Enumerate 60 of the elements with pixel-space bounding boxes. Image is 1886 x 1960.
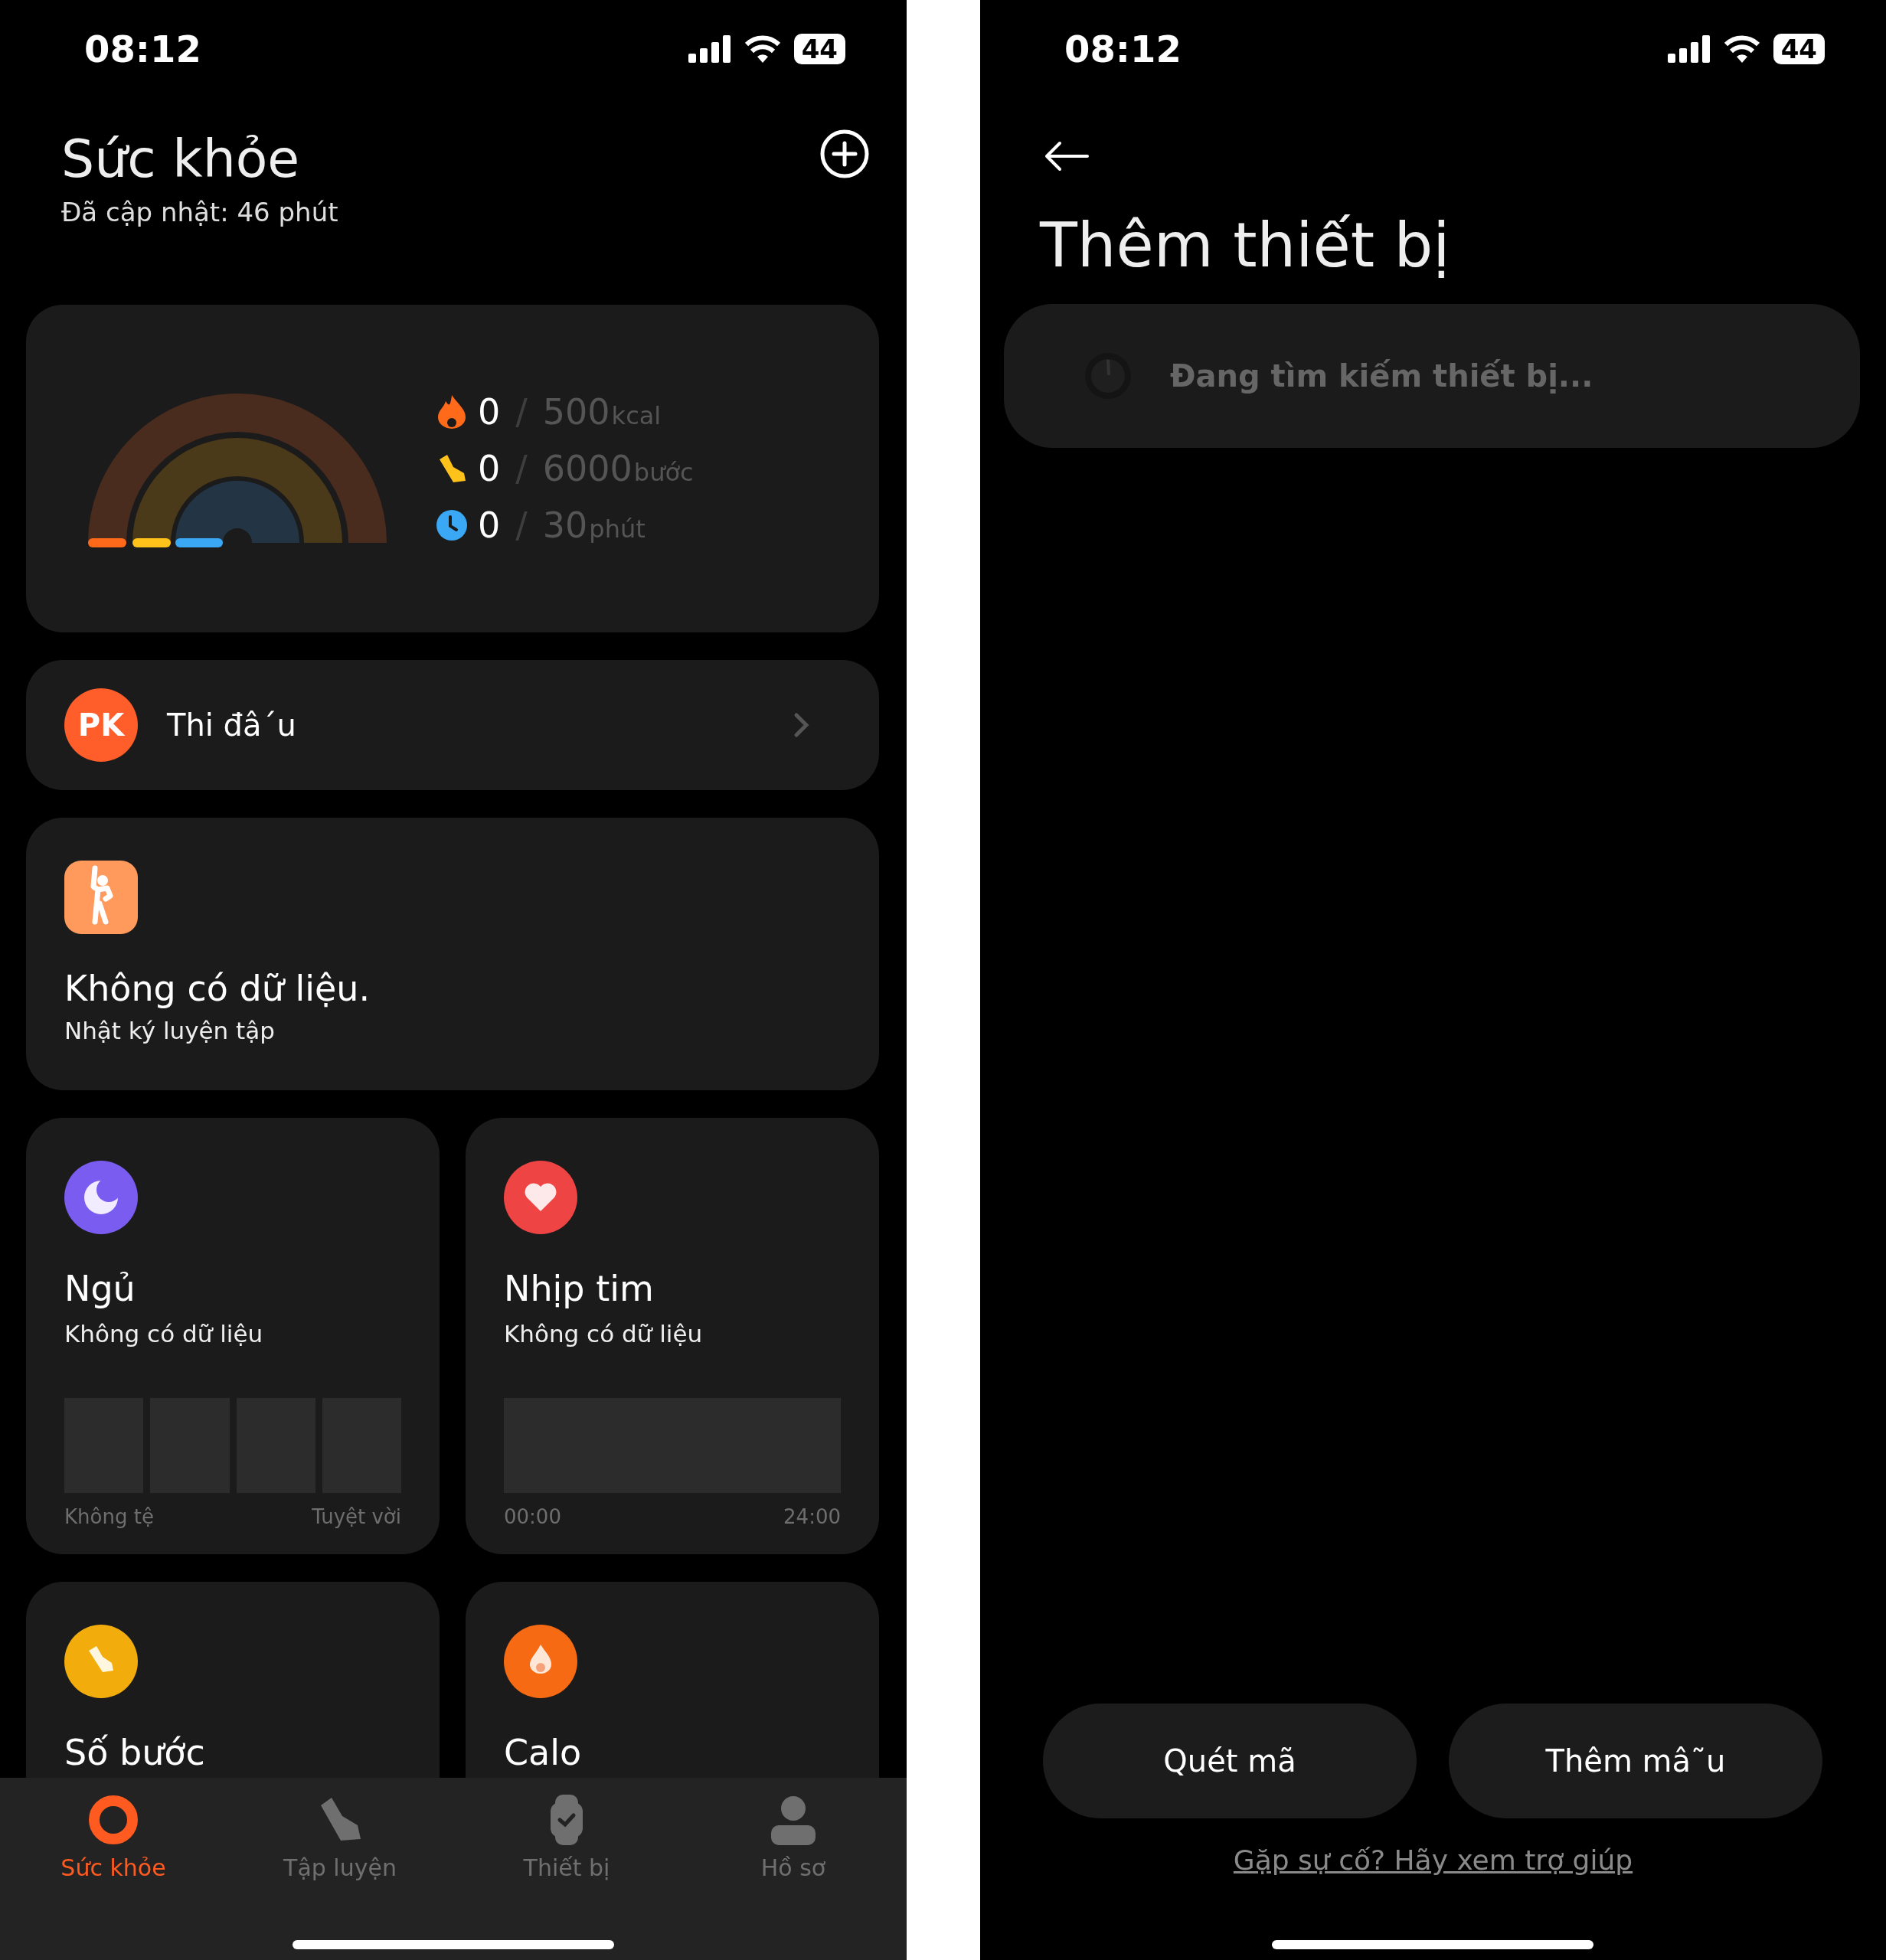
status-time: 08:12 <box>84 28 201 70</box>
flame-icon <box>436 395 467 429</box>
metric-title: Số bước <box>64 1732 206 1773</box>
ring-icon <box>88 1795 139 1845</box>
activity-goal: 6000 <box>542 448 632 489</box>
searching-text: Đang tìm kiếm thiết bị... <box>1170 358 1593 394</box>
metric-status: Không có dữ liệu <box>504 1320 704 1348</box>
add-icon[interactable] <box>819 129 870 179</box>
separator: / <box>515 448 528 489</box>
metric-status: Không có dữ liệu <box>64 1320 264 1348</box>
workout-card[interactable]: Không có dữ liệu. Nhật ký luyện tập <box>26 818 879 1090</box>
activity-goal: 500 <box>542 391 610 433</box>
chevron-icon <box>793 712 810 738</box>
signal-icon <box>1667 35 1711 63</box>
page-title: Thêm thiết bị <box>1040 210 1451 281</box>
activity-unit: bước <box>633 458 694 487</box>
axis-label: Tuyệt vời <box>312 1505 401 1528</box>
moon-icon <box>64 1161 138 1234</box>
activity-value: 0 <box>478 391 501 433</box>
metric-card[interactable]: Calo <box>466 1582 879 1778</box>
workout-status: Không có dữ liệu. <box>64 968 371 1009</box>
activity-card[interactable]: 0 / 500 kcal 0 / 6000 bước 0 / 30 phút <box>26 305 879 632</box>
status-time: 08:12 <box>1064 28 1182 70</box>
activity-value: 0 <box>478 448 501 489</box>
metric-card[interactable]: Ngủ Không có dữ liệu Không tệ Tuyệt vời <box>26 1118 440 1554</box>
activity-unit: phút <box>589 514 646 544</box>
axis-label: 24:00 <box>783 1505 841 1528</box>
help-link[interactable]: Gặp sự cố? Hãy xem trợ giúp <box>1233 1844 1633 1876</box>
metric-title: Nhịp tim <box>504 1268 655 1309</box>
spinner-icon <box>1084 352 1132 400</box>
metric-title: Ngủ <box>64 1268 136 1309</box>
metric-title: Calo <box>504 1732 583 1773</box>
wifi-icon <box>1724 35 1760 63</box>
activity-goal: 30 <box>542 505 588 546</box>
metric-card[interactable]: Nhịp tim Không có dữ liệu 00:00 24:00 <box>466 1118 879 1554</box>
updated-time: Đã cập nhật: 46 phút <box>61 197 338 227</box>
wifi-icon <box>744 35 780 63</box>
competition-label: Thi đâ´u <box>167 707 297 743</box>
activity-value: 0 <box>478 505 501 546</box>
workout-label: Nhật ký luyện tập <box>64 1017 276 1044</box>
competition-row[interactable]: PK Thi đâ´u <box>26 660 879 790</box>
clock-icon <box>436 510 467 541</box>
flame-icon <box>504 1625 577 1698</box>
tab[interactable]: Sức khỏe <box>21 1795 205 1881</box>
separator: / <box>515 391 528 433</box>
battery-indicator: 44 <box>793 34 845 64</box>
action-button[interactable]: Thêm mâ˜u <box>1449 1704 1822 1818</box>
action-button[interactable]: Quét mã <box>1043 1704 1417 1818</box>
page-title: Sức khỏe <box>61 129 301 189</box>
pk-badge: PK <box>64 688 138 762</box>
battery-indicator: 44 <box>1773 34 1825 64</box>
axis-label: 00:00 <box>504 1505 561 1528</box>
back-arrow-icon[interactable] <box>1044 141 1089 172</box>
separator: / <box>515 505 528 546</box>
metric-card[interactable]: Số bước <box>26 1582 440 1778</box>
stretching-person-icon <box>64 861 138 934</box>
shoe-icon <box>64 1625 138 1698</box>
axis-label: Không tệ <box>64 1505 154 1528</box>
signal-icon <box>688 35 731 63</box>
activity-unit: kcal <box>611 401 662 430</box>
